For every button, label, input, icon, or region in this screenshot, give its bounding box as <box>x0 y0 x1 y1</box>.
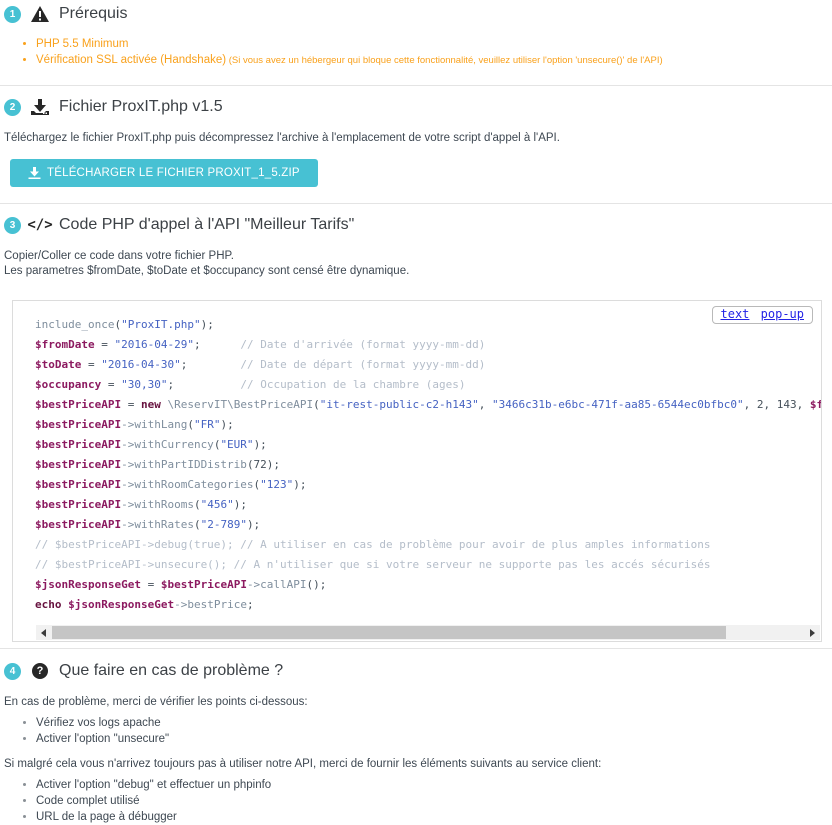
section-title: Fichier ProxIT.php v1.5 <box>59 98 223 116</box>
view-as-text-link[interactable]: text <box>721 307 750 321</box>
section-heading: 4 ? Que faire en cas de problème ? <box>4 662 828 680</box>
code-line: $bestPriceAPI->withPartIDDistrib(72); <box>35 455 821 475</box>
code-body: include_once("ProxIT.php");$fromDate = "… <box>35 315 821 615</box>
prereq-list: PHP 5.5 MinimumVérification SSL activée … <box>4 36 828 69</box>
step-number-badge: 1 <box>4 6 21 23</box>
download-zip-button[interactable]: TÉLÉCHARGER LE FICHIER PROXIT_1_5.ZIP <box>10 159 318 187</box>
section-heading: 2 Fichier ProxIT.php v1.5 <box>4 98 828 116</box>
section-heading: 1 Prérequis <box>4 5 828 23</box>
step-number-badge: 4 <box>4 663 21 680</box>
probleme-intro-1: En cas de problème, merci de vérifier le… <box>4 695 828 710</box>
scrollbar-thumb[interactable] <box>52 626 726 639</box>
section-prerequis: 1 Prérequis PHP 5.5 MinimumVérification … <box>0 5 832 69</box>
prereq-item: Vérification SSL activée (Handshake) (Si… <box>36 52 828 69</box>
code-line: $bestPriceAPI = new \ReservIT\BestPriceA… <box>35 395 821 415</box>
probleme-intro-2: Si malgré cela vous n'arrivez toujours p… <box>4 757 828 772</box>
code-line: $bestPriceAPI->withRates("2-789"); <box>35 515 821 535</box>
code-line: include_once("ProxIT.php"); <box>35 315 821 335</box>
code-instruction-1: Copier/Coller ce code dans votre fichier… <box>4 249 828 264</box>
checklist-item: Activer l'option "debug" et effectuer un… <box>36 777 828 793</box>
code-line: $bestPriceAPI->withRooms("456"); <box>35 495 821 515</box>
code-line: $fromDate = "2016-04-29"; // Date d'arri… <box>35 335 821 355</box>
prereq-item: PHP 5.5 Minimum <box>36 36 828 52</box>
section-code: 3 </> Code PHP d'appel à l'API "Meilleur… <box>0 216 832 642</box>
code-block: text pop-up include_once("ProxIT.php");$… <box>12 300 822 642</box>
code-line: $bestPriceAPI->withRoomCategories("123")… <box>35 475 821 495</box>
checklist-item: Code complet utilisé <box>36 793 828 809</box>
code-line: echo $jsonResponseGet->bestPrice; <box>35 595 821 615</box>
code-instruction-2: Les parametres $fromDate, $toDate et $oc… <box>4 264 828 279</box>
probleme-list-1: Vérifiez vos logs apacheActiver l'option… <box>4 715 828 747</box>
horizontal-scrollbar[interactable] <box>36 625 820 640</box>
download-icon <box>30 99 50 115</box>
section-heading: 3 </> Code PHP d'appel à l'API "Meilleur… <box>4 216 828 234</box>
section-title: Prérequis <box>59 5 127 23</box>
step-number-badge: 3 <box>4 217 21 234</box>
doc-page: 1 Prérequis PHP 5.5 MinimumVérification … <box>0 5 832 825</box>
download-button-label: TÉLÉCHARGER LE FICHIER PROXIT_1_5.ZIP <box>47 167 300 179</box>
section-title: Code PHP d'appel à l'API "Meilleur Tarif… <box>59 216 354 234</box>
probleme-list-2: Activer l'option "debug" et effectuer un… <box>4 777 828 825</box>
code-line: $bestPriceAPI->withLang("FR"); <box>35 415 821 435</box>
code-line: $occupancy = "30,30"; // Occupation de l… <box>35 375 821 395</box>
code-line: $bestPriceAPI->withCurrency("EUR"); <box>35 435 821 455</box>
code-line: $toDate = "2016-04-30"; // Date de dépar… <box>35 355 821 375</box>
view-as-popup-link[interactable]: pop-up <box>761 307 804 321</box>
divider <box>0 85 832 86</box>
fichier-description: Téléchargez le fichier ProxIT.php puis d… <box>4 131 828 146</box>
divider <box>0 648 832 649</box>
divider <box>0 203 832 204</box>
section-probleme: 4 ? Que faire en cas de problème ? En ca… <box>0 662 832 825</box>
question-icon: ? <box>30 663 50 679</box>
code-line: // $bestPriceAPI->unsecure(); // A n'uti… <box>35 555 821 575</box>
warning-icon <box>30 6 50 22</box>
step-number-badge: 2 <box>4 99 21 116</box>
section-fichier: 2 Fichier ProxIT.php v1.5 Téléchargez le… <box>0 98 832 187</box>
code-icon: </> <box>30 217 50 233</box>
checklist-item: Vérifiez vos logs apache <box>36 715 828 731</box>
section-title: Que faire en cas de problème ? <box>59 662 283 680</box>
scroll-right-button[interactable] <box>805 625 820 640</box>
scroll-left-button[interactable] <box>36 625 51 640</box>
code-view-links: text pop-up <box>712 306 814 324</box>
code-line: // $bestPriceAPI->debug(true); // A util… <box>35 535 821 555</box>
checklist-item: URL de la page à débugger <box>36 809 828 825</box>
code-line: $jsonResponseGet = $bestPriceAPI->callAP… <box>35 575 821 595</box>
checklist-item: Activer l'option "unsecure" <box>36 731 828 747</box>
download-icon <box>28 167 41 179</box>
